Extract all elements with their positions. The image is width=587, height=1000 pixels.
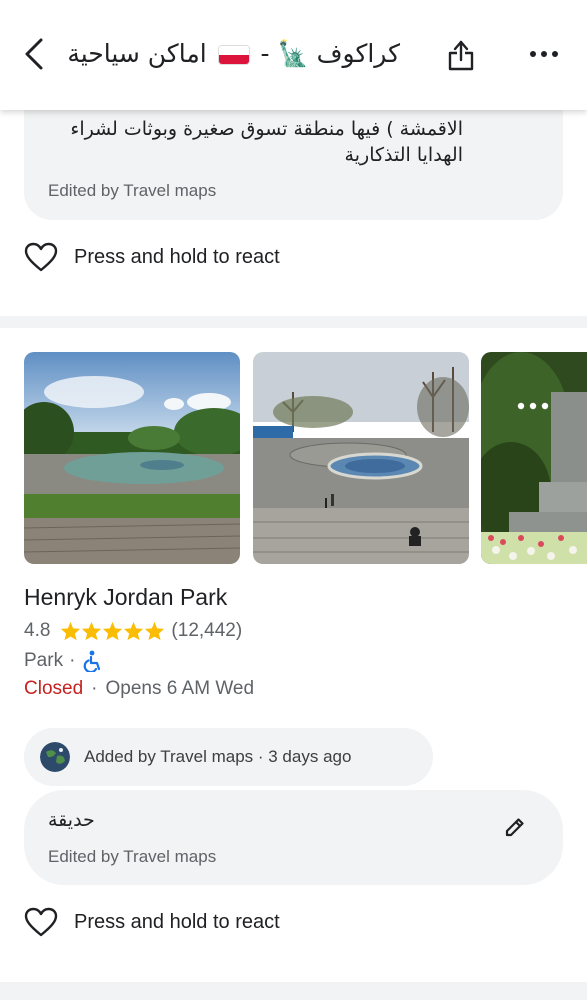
back-button[interactable]	[16, 36, 52, 72]
react-label: Press and hold to react	[74, 910, 280, 933]
opening-hours: Opens 6 AM Wed	[105, 678, 255, 699]
statue-of-liberty-icon: 🗽	[277, 39, 309, 68]
more-options-button[interactable]	[524, 40, 564, 68]
hours-row[interactable]: Closed · Opens 6 AM Wed	[24, 676, 254, 702]
note-card: حديقة Edited by Travel maps	[24, 790, 563, 885]
title-subtitle: اماكن سياحية	[67, 39, 207, 68]
wheelchair-icon	[84, 650, 101, 672]
place-name[interactable]: Henryk Jordan Park	[24, 584, 227, 611]
edit-note-button[interactable]	[500, 812, 530, 842]
park-photo-image	[24, 352, 240, 564]
place-photo[interactable]	[24, 352, 240, 564]
star-icon	[61, 621, 81, 641]
rating-row: 4.8 (12,442)	[24, 618, 242, 644]
title-dash: -	[252, 39, 270, 68]
star-icon	[145, 621, 165, 641]
fountain-photo-image	[253, 352, 469, 564]
react-button[interactable]: Press and hold to react	[24, 905, 280, 939]
added-by-chip: Added by Travel maps · 3 days ago	[24, 728, 433, 786]
place-photo[interactable]	[481, 352, 587, 564]
top-app-bar: كراكوف 🗽 - اماكن سياحية	[0, 0, 587, 110]
place-photo[interactable]	[253, 352, 469, 564]
share-button[interactable]	[444, 36, 478, 74]
rating-value: 4.8	[24, 620, 51, 641]
list-title: كراكوف 🗽 - اماكن سياحية	[67, 36, 400, 72]
place-type-row: Park ·	[24, 648, 103, 674]
section-divider	[0, 316, 587, 328]
note-line: الاقمشة ) فيها منطقة تسوق صغيرة وبوثات ل…	[70, 118, 463, 140]
more-icon	[530, 51, 558, 57]
edited-by-label: Edited by Travel maps	[48, 181, 217, 200]
place-type: Park	[24, 650, 64, 671]
open-status: Closed	[24, 678, 84, 699]
heart-icon	[24, 242, 58, 272]
react-button[interactable]: Press and hold to react	[24, 240, 280, 274]
edited-by-label: Edited by Travel maps	[48, 847, 217, 866]
share-icon	[448, 40, 474, 71]
avatar	[40, 742, 70, 772]
separator: ·	[69, 650, 76, 671]
star-rating	[60, 621, 165, 641]
star-icon	[82, 621, 102, 641]
added-by-label: Added by Travel maps · 3 days ago	[84, 747, 352, 766]
back-icon	[25, 38, 43, 70]
react-label: Press and hold to react	[74, 245, 280, 268]
star-icon	[124, 621, 144, 641]
globe-avatar-image	[40, 742, 70, 772]
star-icon	[103, 621, 123, 641]
note-text: حديقة	[48, 809, 95, 831]
separator: ·	[91, 678, 98, 699]
edit-icon	[505, 818, 524, 837]
more-icon	[517, 402, 549, 410]
monument-photo-image	[481, 352, 587, 564]
review-count: (12,442)	[171, 620, 243, 641]
heart-icon	[24, 907, 58, 937]
poland-flag-icon	[218, 46, 249, 64]
note-line: الهدايا التذكارية	[344, 144, 463, 166]
photo-more-button[interactable]	[508, 394, 558, 418]
section-divider	[0, 982, 587, 1000]
title-place: كراكوف	[316, 39, 400, 68]
